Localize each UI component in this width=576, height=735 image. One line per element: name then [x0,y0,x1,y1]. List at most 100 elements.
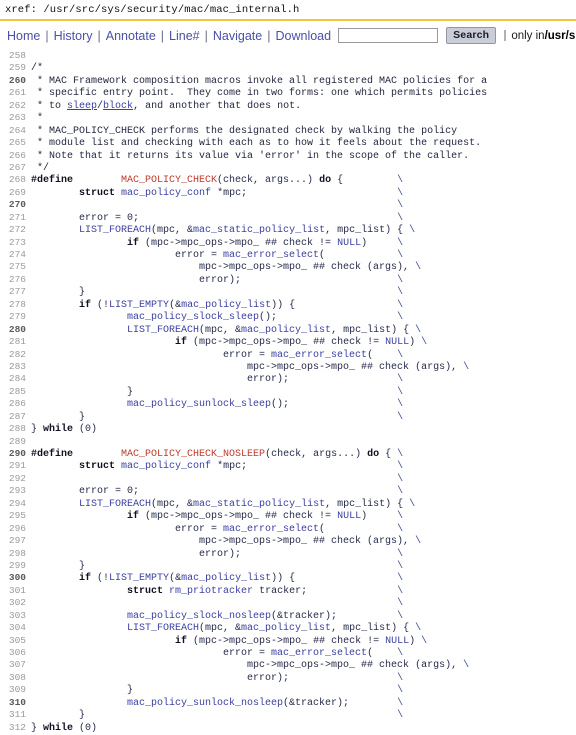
line-number[interactable]: 291 [0,460,26,472]
macro-definition-name[interactable]: MAC_POLICY_CHECK [121,175,217,186]
line-number[interactable]: 300 [0,572,26,584]
menu-item-navigate[interactable]: Navigate [212,29,263,43]
line-number[interactable]: 299 [0,560,26,572]
comment-link[interactable]: sleep [67,101,97,112]
line-number[interactable]: 268 [0,174,26,186]
line-number[interactable]: 274 [0,249,26,261]
line-number[interactable]: 312 [0,722,26,734]
line-number[interactable]: 285 [0,386,26,398]
line-number[interactable]: 261 [0,87,26,99]
line-number[interactable]: 272 [0,224,26,236]
line-number[interactable]: 264 [0,125,26,137]
code-symbol-link[interactable]: mac_error_select [223,524,319,535]
line-number[interactable]: 278 [0,299,26,311]
source-code-view[interactable]: 258 259/* 260 * MAC Framework composition … [0,49,576,734]
line-number[interactable]: 267 [0,162,26,174]
search-button[interactable]: Search [446,27,497,44]
line-number[interactable]: 307 [0,659,26,671]
line-number[interactable]: 258 [0,50,26,62]
code-symbol-link[interactable]: rm_priotracker [169,586,253,597]
line-number[interactable]: 270 [0,199,26,211]
menu-item-home[interactable]: Home [6,29,41,43]
line-number[interactable]: 263 [0,112,26,124]
menu-item-annotate[interactable]: Annotate [105,29,157,43]
line-number[interactable]: 259 [0,62,26,74]
line-number[interactable]: 298 [0,548,26,560]
line-number[interactable]: 303 [0,610,26,622]
code-line: 305 if (mpc->mpc_ops->mpo_ ## check != N… [0,635,576,647]
comment-link[interactable]: block [103,101,133,112]
code-symbol-link[interactable]: LIST_FOREACH [127,325,199,336]
line-number[interactable]: 294 [0,498,26,510]
code-symbol-link[interactable]: mac_static_policy_list [193,225,325,236]
menu-item-line-number[interactable]: Line# [168,29,201,43]
line-number[interactable]: 293 [0,485,26,497]
line-number[interactable]: 280 [0,324,26,336]
line-number[interactable]: 308 [0,672,26,684]
code-symbol-link[interactable]: mac_policy_conf [121,188,211,199]
line-number[interactable]: 309 [0,684,26,696]
line-number[interactable]: 265 [0,137,26,149]
line-number[interactable]: 310 [0,697,26,709]
line-number[interactable]: 276 [0,274,26,286]
line-number[interactable]: 262 [0,100,26,112]
line-number[interactable]: 269 [0,187,26,199]
line-number[interactable]: 284 [0,373,26,385]
line-number[interactable]: 277 [0,286,26,298]
line-number[interactable]: 279 [0,311,26,323]
line-number[interactable]: 304 [0,622,26,634]
code-symbol-link[interactable]: mac_policy_conf [121,461,211,472]
line-number[interactable]: 275 [0,261,26,273]
line-number[interactable]: 286 [0,398,26,410]
line-number[interactable]: 287 [0,411,26,423]
line-continuation-backslash: \ [415,536,422,548]
code-symbol-link[interactable]: NULL [337,511,361,522]
line-number[interactable]: 295 [0,510,26,522]
code-symbol-link[interactable]: NULL [337,238,361,249]
code-symbol-link[interactable]: LIST_FOREACH [127,623,199,634]
line-number[interactable]: 288 [0,423,26,435]
code-symbol-link[interactable]: mac_policy_slock_nosleep [127,611,271,622]
line-number[interactable]: 266 [0,150,26,162]
line-number[interactable]: 305 [0,635,26,647]
line-number[interactable]: 282 [0,349,26,361]
code-symbol-link[interactable]: LIST_FOREACH [79,225,151,236]
code-symbol-link[interactable]: mac_error_select [223,250,319,261]
code-symbol-link[interactable]: LIST_FOREACH [79,499,151,510]
code-symbol-link[interactable]: mac_policy_list [241,325,331,336]
search-input[interactable] [338,28,439,43]
only-in-checkbox[interactable] [504,30,507,41]
line-number[interactable]: 297 [0,535,26,547]
line-number[interactable]: 271 [0,212,26,224]
macro-definition-name[interactable]: MAC_POLICY_CHECK_NOSLEEP [121,449,265,460]
line-number[interactable]: 273 [0,237,26,249]
menu-item-download[interactable]: Download [274,29,332,43]
code-symbol-link[interactable]: mac_policy_slock_sleep [127,312,259,323]
line-number[interactable]: 281 [0,336,26,348]
code-symbol-link[interactable]: mac_error_select [271,648,367,659]
code-line: 277 } \ [0,286,576,298]
line-number[interactable]: 306 [0,647,26,659]
line-number[interactable]: 302 [0,597,26,609]
code-symbol-link[interactable]: NULL [385,337,409,348]
code-symbol-link[interactable]: LIST_EMPTY [109,573,169,584]
code-symbol-link[interactable]: mac_error_select [271,350,367,361]
code-symbol-link[interactable]: mac_policy_list [181,300,271,311]
line-number[interactable]: 260 [0,75,26,87]
line-number[interactable]: 283 [0,361,26,373]
line-number[interactable]: 311 [0,709,26,721]
code-line: 291 struct mac_policy_conf *mpc; \ [0,460,576,472]
code-symbol-link[interactable]: mac_policy_list [241,623,331,634]
code-symbol-link[interactable]: mac_static_policy_list [193,499,325,510]
code-symbol-link[interactable]: LIST_EMPTY [109,300,169,311]
code-symbol-link[interactable]: NULL [385,636,409,647]
code-symbol-link[interactable]: mac_policy_sunlock_sleep [127,399,271,410]
line-number[interactable]: 296 [0,523,26,535]
code-symbol-link[interactable]: mac_policy_list [181,573,271,584]
line-number[interactable]: 292 [0,473,26,485]
code-symbol-link[interactable]: mac_policy_sunlock_nosleep [127,698,283,709]
line-number[interactable]: 301 [0,585,26,597]
menu-item-history[interactable]: History [53,29,94,43]
line-number[interactable]: 289 [0,436,26,448]
line-number[interactable]: 290 [0,448,26,460]
